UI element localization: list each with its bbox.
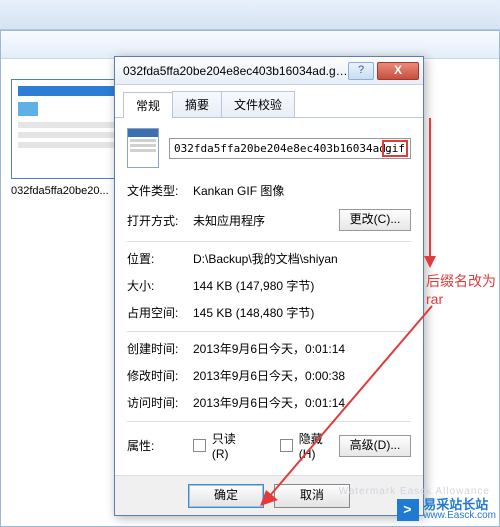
readonly-label: 只读(R) — [212, 430, 252, 461]
properties-dialog: 032fda5ffa20be204e8ec403b16034ad.gif... … — [114, 56, 424, 516]
close-button[interactable]: X — [377, 62, 419, 80]
file-thumbnail[interactable] — [11, 79, 121, 179]
watermark-faint: Watermark Easck Allowance — [339, 486, 490, 497]
tab-checksum[interactable]: 文件校验 — [221, 91, 295, 117]
filename-base: 032fda5ffa20be204e8ec403b16034ad. — [174, 142, 393, 155]
filename-extension-highlight: gif — [382, 140, 408, 157]
label-size-on-disk: 占用空间: — [127, 304, 193, 321]
value-modified: 2013年9月6日今天，0:00:38 — [193, 367, 411, 384]
label-accessed: 访问时间: — [127, 394, 193, 411]
annotation-text: 后缀名改为rar — [426, 272, 496, 308]
label-size: 大小: — [127, 277, 193, 294]
value-created: 2013年9月6日今天，0:01:14 — [193, 340, 411, 357]
label-filetype: 文件类型: — [127, 182, 193, 199]
ok-button[interactable]: 确定 — [188, 484, 264, 508]
watermark-brand-en: www.Easck.com — [423, 511, 496, 521]
value-opens-with: 未知应用程序 — [193, 212, 339, 229]
readonly-checkbox[interactable] — [193, 439, 206, 452]
watermark-badge-icon — [397, 499, 419, 521]
label-modified: 修改时间: — [127, 367, 193, 384]
value-location: D:\Backup\我的文档\shiyan — [193, 250, 411, 267]
value-accessed: 2013年9月6日今天，0:01:14 — [193, 394, 411, 411]
help-button[interactable]: ? — [348, 62, 374, 80]
label-location: 位置: — [127, 250, 193, 267]
label-created: 创建时间: — [127, 340, 193, 357]
dialog-titlebar[interactable]: 032fda5ffa20be204e8ec403b16034ad.gif... … — [115, 57, 423, 85]
label-attributes: 属性: — [127, 437, 193, 454]
hidden-checkbox[interactable] — [280, 439, 293, 452]
file-type-icon — [127, 128, 159, 168]
tab-strip: 常规 摘要 文件校验 — [115, 85, 423, 118]
value-filetype: Kankan GIF 图像 — [193, 182, 411, 199]
explorer-toolbar — [1, 31, 499, 59]
dialog-body: 032fda5ffa20be204e8ec403b16034ad. gif 文件… — [115, 118, 423, 481]
watermark-logo: 易采站长站 www.Easck.com — [397, 498, 496, 521]
advanced-button[interactable]: 高级(D)... — [339, 435, 411, 457]
hidden-label: 隐藏(H) — [299, 430, 339, 461]
window-titlebar — [0, 0, 500, 30]
tab-general[interactable]: 常规 — [123, 92, 173, 118]
tab-summary[interactable]: 摘要 — [172, 91, 222, 117]
value-size: 144 KB (147,980 字节) — [193, 277, 411, 294]
thumbnail-filename[interactable]: 032fda5ffa20be20... — [11, 185, 131, 197]
dialog-title: 032fda5ffa20be204e8ec403b16034ad.gif... — [123, 64, 348, 78]
filename-input[interactable]: 032fda5ffa20be204e8ec403b16034ad. gif — [169, 138, 411, 159]
value-size-on-disk: 145 KB (148,480 字节) — [193, 304, 411, 321]
change-button[interactable]: 更改(C)... — [339, 209, 411, 231]
label-opens-with: 打开方式: — [127, 212, 193, 229]
